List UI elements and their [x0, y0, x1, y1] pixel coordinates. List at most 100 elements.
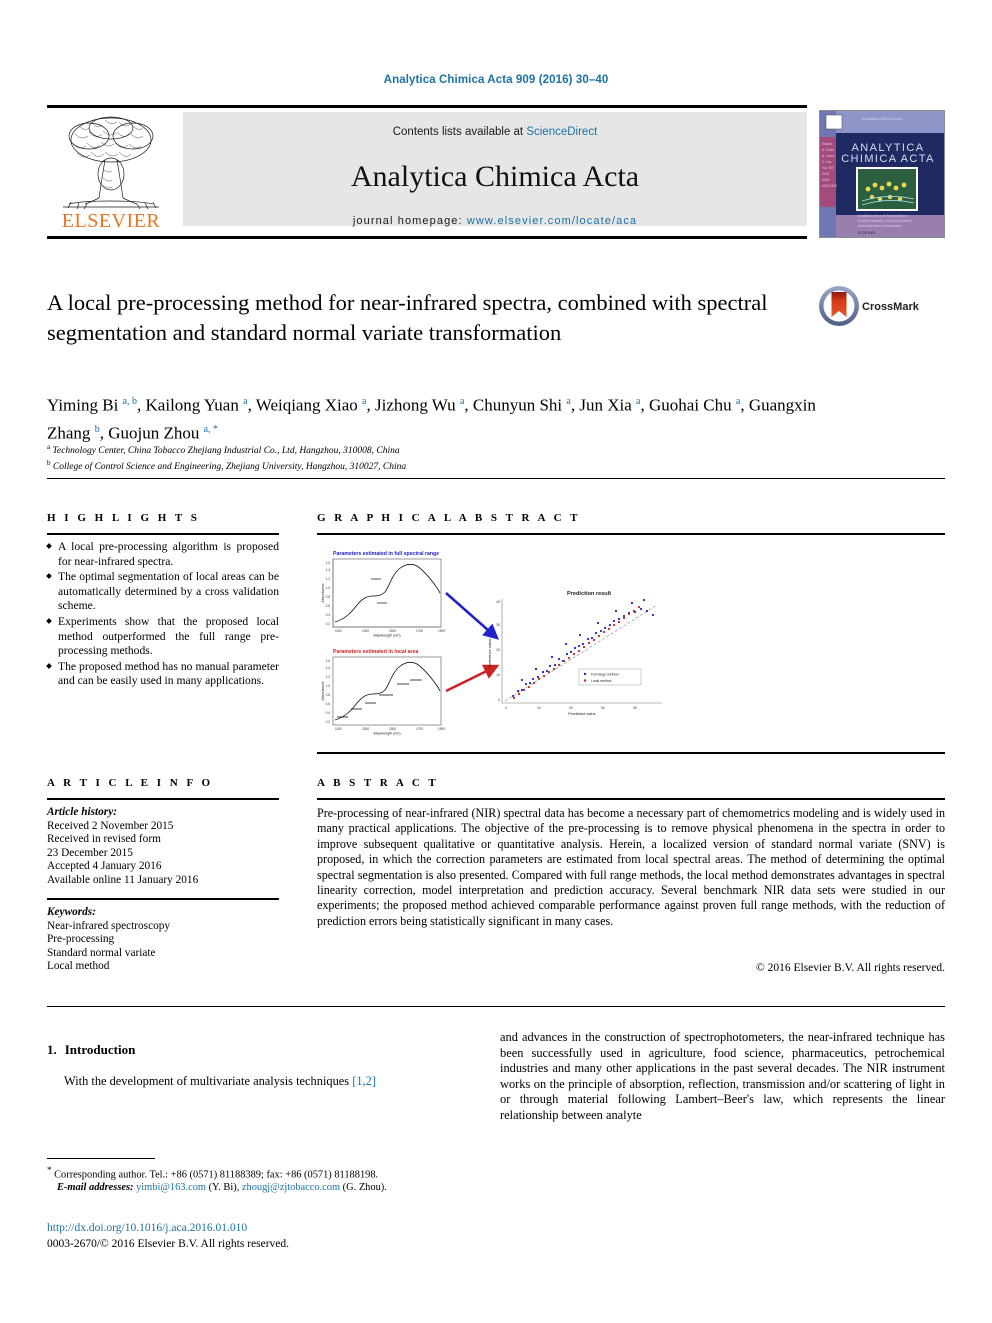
svg-text:0.6: 0.6: [326, 702, 331, 706]
page-title: A local pre-processing method for near-i…: [47, 290, 768, 345]
svg-text:30: 30: [601, 706, 605, 710]
reference-link[interactable]: [1,2]: [352, 1074, 376, 1088]
email-link-1[interactable]: yimbi@163.com: [136, 1182, 206, 1193]
section-heading: 1. Introduction: [47, 1042, 457, 1058]
list-item: A local pre-processing algorithm is prop…: [46, 540, 279, 569]
bullet-icon: [46, 618, 52, 624]
highlight-text: A local pre-processing algorithm is prop…: [58, 540, 279, 568]
graphical-abstract-bottom-rule: [317, 752, 945, 754]
svg-text:Wavelength (nm): Wavelength (nm): [373, 634, 400, 638]
affiliation-a: a Technology Center, China Tobacco Zheji…: [47, 443, 400, 457]
keyword-item: Local method: [47, 960, 110, 973]
ga-arrow-red: [445, 664, 500, 693]
email-link-2[interactable]: zhougj@zjtobacco.com: [242, 1182, 340, 1193]
svg-text:40: 40: [633, 706, 637, 710]
svg-text:0.8: 0.8: [326, 595, 331, 599]
history-line: Received in revised form: [47, 833, 161, 846]
journal-homepage-link[interactable]: www.elsevier.com/locate/aca: [467, 215, 637, 227]
svg-text:www.elsevier.com/locate/aca: www.elsevier.com/locate/aca: [858, 224, 901, 228]
svg-text:10: 10: [537, 706, 541, 710]
svg-text:Full range method: Full range method: [591, 673, 618, 677]
keyword-item: Near-infrared spectroscopy: [47, 919, 171, 932]
svg-text:Reference value: Reference value: [487, 638, 492, 668]
graphical-abstract-figure: Parameters estimated in full spectral ra…: [317, 543, 945, 748]
svg-text:Available online at ScienceDir: Available online at ScienceDirect: [858, 214, 907, 218]
cover-art: Analytica Chimica Acta ANALYTICA CHIMICA…: [820, 111, 944, 237]
svg-text:0.2: 0.2: [326, 720, 331, 724]
svg-text:2016: 2016: [822, 172, 829, 176]
list-item: Experiments show that the proposed local…: [46, 614, 279, 659]
svg-text:1300: 1300: [362, 727, 369, 731]
svg-text:1.4: 1.4: [326, 666, 331, 670]
body-top-rule: [47, 1006, 945, 1007]
svg-text:1.0: 1.0: [326, 586, 331, 590]
doi-link[interactable]: http://dx.doi.org/10.1016/j.aca.2016.01.…: [47, 1222, 247, 1234]
svg-text:1500: 1500: [389, 727, 396, 731]
keyword-item: Pre-processing: [47, 933, 115, 946]
highlights-rule: [47, 533, 279, 535]
sciencedirect-link[interactable]: ScienceDirect: [526, 126, 597, 138]
body-column-left: 1. Introduction With the development of m…: [47, 1030, 457, 1090]
graphical-abstract-svg: Parameters estimated in full spectral ra…: [321, 551, 662, 736]
svg-text:Absorbance: Absorbance: [321, 681, 325, 700]
svg-text:1.0: 1.0: [326, 684, 331, 688]
svg-text:1700: 1700: [416, 727, 423, 731]
svg-text:1100: 1100: [335, 727, 342, 731]
keyword-item: Standard normal variate: [47, 946, 156, 959]
highlights-heading: H I G H L I G H T S: [47, 512, 200, 524]
svg-text:1.6: 1.6: [326, 561, 331, 565]
article-info-rule: [47, 798, 279, 800]
svg-text:0.4: 0.4: [326, 711, 331, 715]
svg-text:1900: 1900: [438, 629, 445, 633]
ga-panel-title-bottom: Parameters estimated in local area: [333, 649, 418, 655]
banner-bottom-rule: [47, 236, 807, 239]
svg-text:1.4: 1.4: [326, 568, 331, 572]
svg-text:30: 30: [496, 623, 500, 627]
banner-top-rule: [47, 105, 807, 108]
article-history-label: Article history:: [47, 806, 117, 818]
history-line: Received 2 November 2015: [47, 819, 174, 832]
ga-panel-title-right: Prediction result: [567, 591, 611, 597]
bullet-icon: [46, 662, 52, 669]
ga-panel-title-top: Parameters estimated in full spectral ra…: [333, 551, 439, 557]
svg-text:ELSEVIER: ELSEVIER: [858, 231, 876, 235]
email-label: E-mail addresses:: [57, 1182, 134, 1194]
paper-page: Analytica Chimica Acta 909 (2016) 30–40: [0, 0, 992, 1323]
highlight-text: Experiments show that the proposed local…: [58, 614, 279, 658]
asterisk-icon: *: [47, 1165, 52, 1175]
affiliation-b-text: College of Control Science and Engineeri…: [52, 462, 407, 473]
svg-text:C. Lee: C. Lee: [822, 160, 832, 164]
keywords-label: Keywords:: [47, 906, 96, 918]
article-history: Article history: Received 2 November 201…: [47, 806, 279, 888]
abstract-text: Pre-processing of near-infrared (NIR) sp…: [317, 806, 945, 928]
history-line: Accepted 4 January 2016: [47, 860, 162, 873]
history-line: Available online 11 January 2016: [47, 873, 199, 886]
journal-banner: ELSEVIER Contents lists available at Sci…: [47, 110, 945, 238]
crossmark-badge[interactable]: CrossMark: [818, 283, 936, 333]
svg-text:0.2: 0.2: [326, 622, 331, 626]
email-owner-2: (G. Zhou).: [342, 1182, 387, 1194]
author-list: Yiming Bi a, b, Kailong Yuan a, Weiqiang…: [47, 395, 816, 443]
svg-text:CHIMICA ACTA: CHIMICA ACTA: [841, 153, 935, 165]
homepage-prefix: journal homepage:: [352, 215, 467, 227]
keywords-block: Keywords: Near-infrared spectroscopy Pre…: [47, 906, 279, 974]
issn-copyright: 0003-2670/© 2016 Elsevier B.V. All right…: [47, 1238, 290, 1250]
svg-text:1.2: 1.2: [326, 577, 331, 581]
bullet-icon: [46, 573, 52, 580]
highlights-list: A local pre-processing algorithm is prop…: [46, 540, 279, 690]
elsevier-logo: ELSEVIER: [47, 112, 177, 234]
svg-text:B. Jones: B. Jones: [822, 154, 835, 158]
svg-text:1.2: 1.2: [326, 675, 331, 679]
email-note: E-mail addresses: yimbi@163.com (Y. Bi),…: [47, 1181, 457, 1194]
history-line: 23 December 2015: [47, 846, 133, 859]
svg-text:0.8: 0.8: [326, 693, 331, 697]
svg-text:40: 40: [496, 600, 500, 604]
svg-text:20: 20: [569, 706, 573, 710]
svg-text:A. Smith: A. Smith: [822, 148, 834, 152]
journal-title: Analytica Chimica Acta: [350, 160, 640, 193]
abstract-heading: A B S T R A C T: [317, 777, 439, 789]
svg-text:Predicted value: Predicted value: [568, 711, 596, 716]
svg-text:Local method: Local method: [591, 679, 611, 683]
abstract-rule: [317, 798, 945, 800]
highlight-text: The proposed method has no manual parame…: [58, 659, 279, 688]
